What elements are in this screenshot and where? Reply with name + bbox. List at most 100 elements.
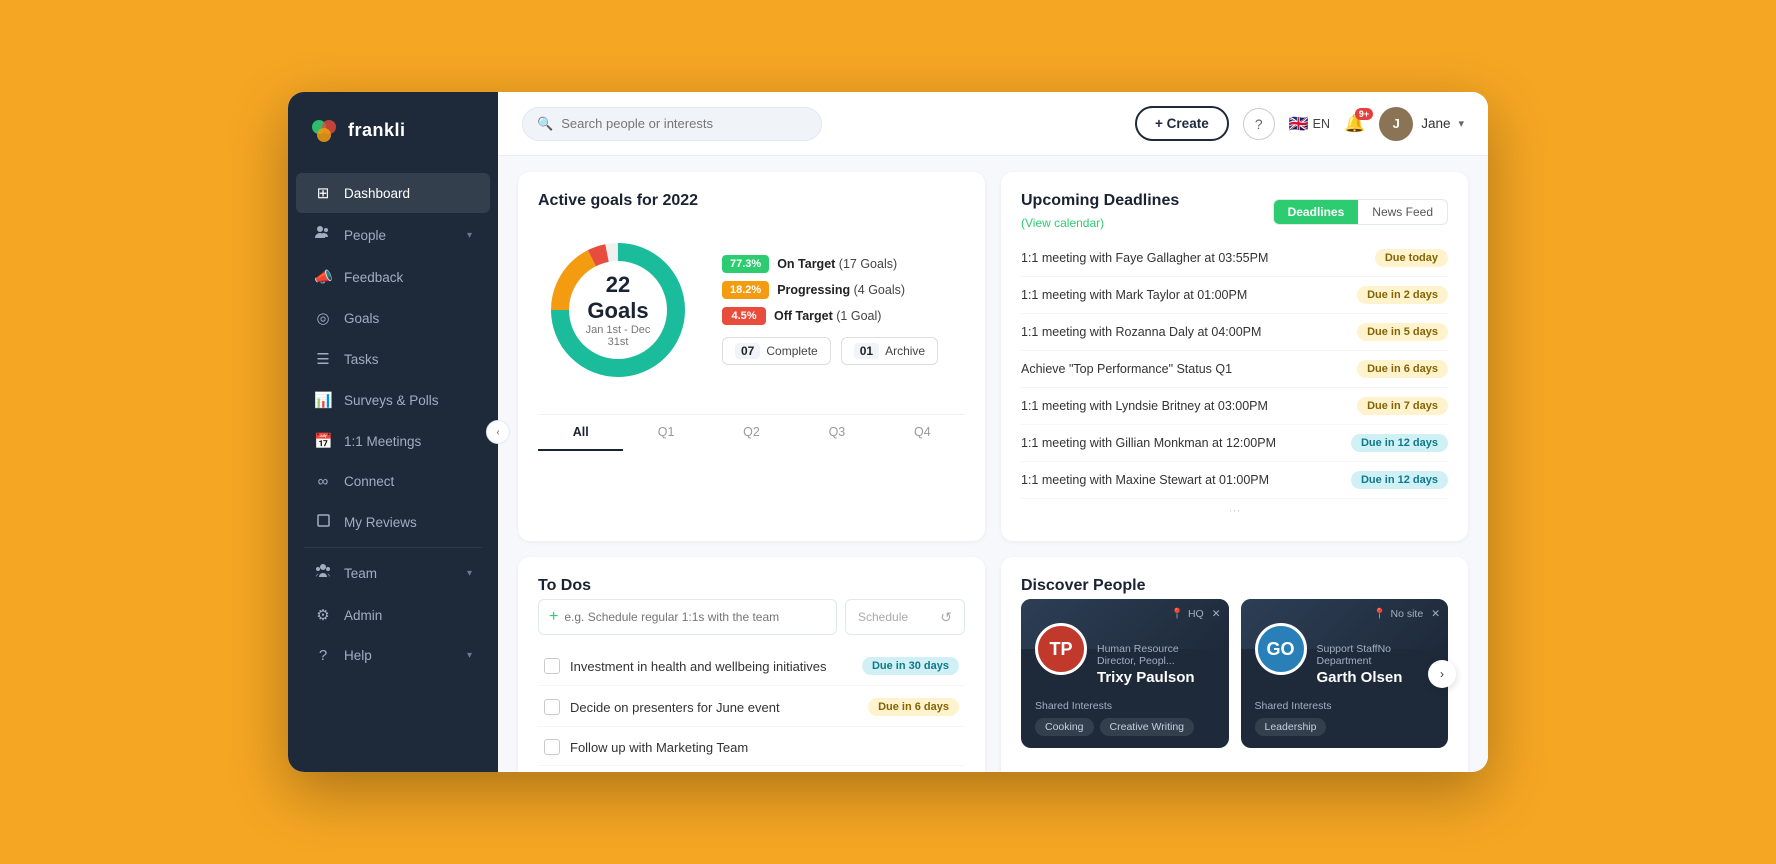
- due-badge: Due in 2 days: [1357, 286, 1448, 304]
- avatar-garth: GO: [1255, 623, 1307, 675]
- due-badge: Due in 6 days: [1357, 360, 1448, 378]
- scroll-hint: ···: [1021, 499, 1448, 521]
- feedback-icon: 📣: [314, 268, 332, 286]
- archive-chip[interactable]: 01 Archive: [841, 337, 938, 365]
- goals-tab-all[interactable]: All: [538, 415, 623, 451]
- language-selector[interactable]: 🇬🇧 EN: [1289, 114, 1330, 134]
- sidebar-collapse-button[interactable]: ‹: [486, 420, 510, 444]
- help-label: Help: [344, 648, 455, 663]
- sidebar-item-label: Dashboard: [344, 186, 472, 201]
- todo-schedule-wrap[interactable]: Schedule ↺: [845, 599, 965, 635]
- deadline-item: 1:1 meeting with Maxine Stewart at 01:00…: [1021, 462, 1448, 499]
- view-calendar-link[interactable]: (View calendar): [1021, 216, 1104, 230]
- sidebar-item-goals[interactable]: ◎ Goals: [296, 298, 490, 338]
- avatar-trixy: TP: [1035, 623, 1087, 675]
- sidebar-item-dashboard[interactable]: ⊞ Dashboard: [296, 173, 490, 213]
- todo-add-icon[interactable]: +: [549, 608, 558, 626]
- sidebar-item-admin[interactable]: ⚙ Admin: [296, 595, 490, 635]
- goals-tab-q1[interactable]: Q1: [623, 415, 708, 451]
- team-arrow: ▾: [467, 568, 472, 579]
- admin-icon: ⚙: [314, 606, 332, 624]
- sidebar-item-meetings[interactable]: 📅 1:1 Meetings: [296, 421, 490, 461]
- legend-item-progressing: 18.2% Progressing (4 Goals): [722, 281, 938, 299]
- todo-text: Investment in health and wellbeing initi…: [570, 659, 827, 674]
- todo-checkbox[interactable]: [544, 739, 560, 755]
- discover-next-button[interactable]: ›: [1428, 660, 1456, 688]
- create-button[interactable]: + Create: [1135, 106, 1229, 141]
- todo-text: Follow up with Marketing Team: [570, 740, 748, 755]
- donut-number: 22 Goals: [578, 272, 658, 324]
- sidebar-logo: frankli: [288, 92, 498, 164]
- person-close-button[interactable]: ✕: [1431, 608, 1440, 620]
- person-close-button[interactable]: ✕: [1212, 608, 1221, 620]
- search-input[interactable]: [561, 116, 807, 131]
- sidebar-item-tasks[interactable]: ☰ Tasks: [296, 339, 490, 379]
- meetings-icon: 📅: [314, 432, 332, 450]
- help-button[interactable]: ?: [1243, 108, 1275, 140]
- flag-icon: 🇬🇧: [1289, 114, 1309, 134]
- search-bar[interactable]: 🔍: [522, 107, 822, 141]
- user-menu-chevron: ▾: [1458, 117, 1464, 130]
- notifications-button[interactable]: 🔔 9+: [1344, 114, 1365, 134]
- people-arrow: ▾: [467, 230, 472, 241]
- person-bottom-garth: Shared Interests Leadership: [1241, 700, 1449, 748]
- todo-checkbox[interactable]: [544, 699, 560, 715]
- sidebar-item-help[interactable]: ? Help ▾: [296, 636, 490, 675]
- todo-item: Decide on presenters for June event Due …: [538, 688, 965, 727]
- goals-content: 22 Goals Jan 1st - Dec 31st 77.3% On Tar…: [538, 214, 965, 406]
- sidebar-item-reviews[interactable]: My Reviews: [296, 502, 490, 543]
- todo-input-wrap[interactable]: +: [538, 599, 837, 635]
- todo-left: Follow up with Marketing Team: [544, 739, 748, 755]
- complete-chip[interactable]: 07 Complete: [722, 337, 831, 365]
- on-target-text: On Target (17 Goals): [777, 257, 897, 271]
- people-label: People: [344, 228, 455, 243]
- todo-text-input[interactable]: [564, 610, 826, 624]
- deadline-text: 1:1 meeting with Lyndsie Britney at 03:0…: [1021, 399, 1268, 413]
- connect-label: Connect: [344, 474, 472, 489]
- deadlines-title: Upcoming Deadlines: [1021, 192, 1179, 210]
- progressing-text: Progressing (4 Goals): [777, 283, 905, 297]
- sidebar-item-team[interactable]: Team ▾: [296, 552, 490, 594]
- user-menu[interactable]: J Jane ▾: [1379, 107, 1464, 141]
- shared-label: Shared Interests: [1255, 700, 1435, 712]
- admin-label: Admin: [344, 608, 472, 623]
- goals-tab-q4[interactable]: Q4: [880, 415, 965, 451]
- reviews-label: My Reviews: [344, 515, 472, 530]
- deadlines-title-group: Upcoming Deadlines (View calendar): [1021, 192, 1179, 232]
- tasks-icon: ☰: [314, 350, 332, 368]
- due-badge: Due in 7 days: [1357, 397, 1448, 415]
- surveys-label: Surveys & Polls: [344, 393, 472, 408]
- goals-tab-q3[interactable]: Q3: [794, 415, 879, 451]
- location-text: HQ: [1188, 608, 1204, 620]
- person-bottom-trixy: Shared Interests Cooking Creative Writin…: [1021, 700, 1229, 748]
- person-card-garth: 📍 No site ✕ GO Support StaffNo Departmen…: [1241, 599, 1449, 748]
- feedback-label: Feedback: [344, 270, 472, 285]
- logo-text: frankli: [348, 120, 406, 141]
- notifications-badge: 9+: [1355, 108, 1373, 120]
- sidebar-divider: [304, 547, 482, 548]
- sidebar-item-surveys[interactable]: 📊 Surveys & Polls: [296, 380, 490, 420]
- interest-tag: Leadership: [1255, 718, 1327, 736]
- interest-tag: Creative Writing: [1100, 718, 1195, 736]
- goals-tab-q2[interactable]: Q2: [709, 415, 794, 451]
- avatar: J: [1379, 107, 1413, 141]
- tab-deadlines[interactable]: Deadlines: [1274, 200, 1359, 224]
- todo-text: Decide on presenters for June event: [570, 700, 780, 715]
- person-name: Garth Olsen: [1317, 669, 1435, 686]
- goals-tabs: All Q1 Q2 Q3 Q4: [538, 414, 965, 451]
- location-pin-icon: 📍: [1373, 607, 1386, 620]
- off-target-badge: 4.5%: [722, 307, 766, 325]
- meetings-label: 1:1 Meetings: [344, 434, 472, 449]
- sidebar-item-connect[interactable]: ∞ Connect: [296, 462, 490, 501]
- on-target-badge: 77.3%: [722, 255, 769, 273]
- deadlines-card: Upcoming Deadlines (View calendar) Deadl…: [1001, 172, 1468, 541]
- sidebar-item-people[interactable]: People ▾: [296, 214, 490, 256]
- person-role: Human Resource Director, Peopl...: [1097, 643, 1215, 667]
- todo-checkbox[interactable]: [544, 658, 560, 674]
- archive-label: Archive: [885, 344, 925, 358]
- todo-refresh-icon[interactable]: ↺: [940, 609, 952, 626]
- person-role: Support StaffNo Department: [1317, 643, 1435, 667]
- deadline-text: 1:1 meeting with Faye Gallagher at 03:55…: [1021, 251, 1268, 265]
- tab-newsfeed[interactable]: News Feed: [1358, 200, 1447, 224]
- sidebar-item-feedback[interactable]: 📣 Feedback: [296, 257, 490, 297]
